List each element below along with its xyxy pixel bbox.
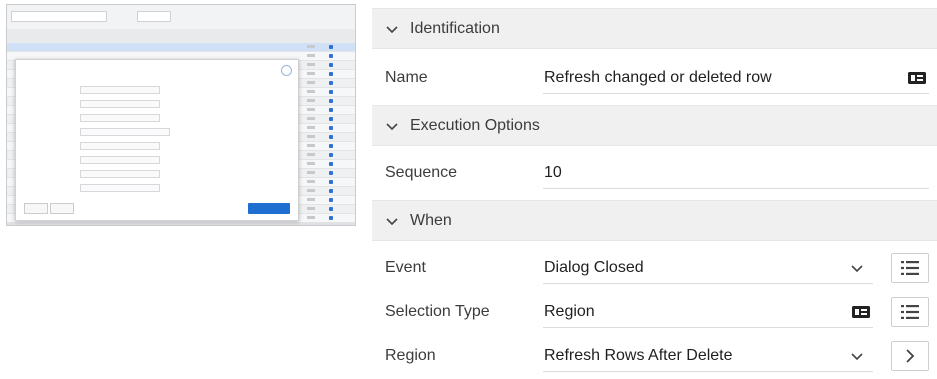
region-value: Refresh Rows After Delete (544, 347, 733, 364)
property-row-selection-type: Selection Type Region (372, 291, 937, 333)
selection-type-field[interactable]: Region (543, 297, 873, 328)
event-select[interactable]: Dialog Closed (543, 253, 873, 284)
thumbnail-close-icon (281, 65, 292, 76)
section-identification[interactable]: Identification (372, 8, 937, 49)
sequence-value: 10 (544, 164, 562, 181)
property-label: Selection Type (385, 303, 490, 320)
property-editor: Identification Name Refresh changed or d… (372, 8, 937, 379)
thumbnail-go-button (113, 11, 131, 22)
selection-type-list-button[interactable] (891, 297, 929, 327)
thumbnail-apply-button (248, 203, 290, 214)
preview-thumbnail (6, 4, 356, 226)
thumbnail-dialog-field (34, 86, 204, 95)
thumbnail-row (7, 43, 355, 52)
property-label: Region (385, 347, 436, 364)
thumbnail-search-field (11, 11, 107, 22)
thumbnail-reset-button (325, 11, 351, 22)
thumbnail-dialog-field (34, 184, 204, 193)
name-value: Refresh changed or deleted row (544, 69, 772, 86)
section-execution-options[interactable]: Execution Options (372, 105, 937, 146)
property-label: Sequence (385, 164, 458, 181)
property-row-region: Region Refresh Rows After Delete (372, 335, 937, 377)
property-row-sequence: Sequence 10 (372, 152, 937, 194)
property-row-event: Event Dialog Closed (372, 247, 937, 289)
thumbnail-delete-button (50, 203, 74, 214)
thumbnail-dialog (15, 59, 299, 221)
section-title: Execution Options (410, 116, 540, 134)
event-value: Dialog Closed (544, 259, 644, 276)
chevron-down-icon (386, 122, 398, 130)
thumbnail-cancel-button (24, 203, 48, 214)
thumbnail-dialog-field (34, 156, 204, 165)
region-select[interactable]: Refresh Rows After Delete (543, 341, 873, 372)
list-icon (901, 261, 919, 275)
section-title: Identification (410, 19, 500, 37)
chevron-down-icon (851, 353, 863, 361)
chevron-right-icon (906, 349, 915, 363)
section-when[interactable]: When (372, 200, 937, 241)
thumbnail-dialog-field (34, 170, 204, 179)
property-row-name: Name Refresh changed or deleted row (372, 57, 937, 99)
section-title: When (410, 211, 452, 229)
sequence-field[interactable]: 10 (543, 158, 929, 189)
property-label: Name (385, 69, 428, 86)
list-icon (901, 305, 919, 319)
thumbnail-dialog-field (34, 100, 204, 109)
selection-type-value: Region (544, 303, 595, 320)
thumbnail-dialog-field (34, 128, 204, 137)
event-list-button[interactable] (891, 253, 929, 283)
thumbnail-actions-menu (137, 11, 171, 22)
quick-pick-icon[interactable] (851, 305, 871, 319)
thumbnail-grid-header (7, 29, 355, 44)
quick-pick-icon[interactable] (907, 71, 927, 85)
chevron-down-icon (386, 217, 398, 225)
region-go-button[interactable] (891, 341, 929, 371)
thumbnail-dialog-field (34, 114, 204, 123)
name-field[interactable]: Refresh changed or deleted row (543, 63, 929, 94)
thumbnail-toolbar (7, 5, 355, 30)
property-label: Event (385, 259, 426, 276)
chevron-down-icon (386, 25, 398, 33)
chevron-down-icon (851, 265, 863, 273)
thumbnail-dialog-field (34, 142, 204, 151)
